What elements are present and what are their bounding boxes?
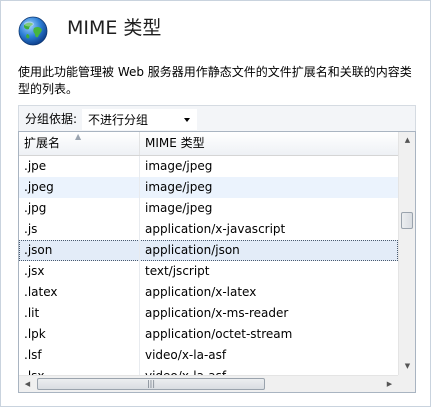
horizontal-scroll-thumb[interactable]: ||| xyxy=(37,378,265,390)
page-description: 使用此功能管理被 Web 服务器用作静态文件的文件扩展名和关联的内容类型的列表。 xyxy=(18,65,412,96)
table-row[interactable]: .lit application/x-ms-reader xyxy=(19,303,398,324)
mime-type-cell: application/x-latex xyxy=(145,285,257,299)
mime-type-cell: image/jpeg xyxy=(145,159,213,173)
mime-type-cell: text/jscript xyxy=(145,264,210,278)
scroll-left-arrow-icon[interactable]: ◀ xyxy=(19,376,36,392)
group-by-label: 分组依据: xyxy=(25,112,78,126)
column-header-mime-type-label: MIME 类型 xyxy=(145,136,205,150)
extension-cell: .jpeg xyxy=(19,177,140,198)
globe-icon xyxy=(18,16,48,46)
extension-cell: .jpg xyxy=(19,198,140,219)
extension-cell: .jsx xyxy=(19,261,140,282)
extension-cell: .js xyxy=(19,219,140,240)
scroll-right-arrow-icon[interactable]: ▶ xyxy=(381,376,398,392)
mime-type-cell: image/jpeg xyxy=(145,180,213,194)
column-header-mime-type[interactable]: MIME 类型 xyxy=(140,132,398,155)
column-header-extension[interactable]: 扩展名 ▲ xyxy=(19,132,140,155)
page-title: MIME 类型 xyxy=(67,17,162,39)
mime-type-cell: application/x-javascript xyxy=(145,222,286,236)
mime-type-cell: application/x-ms-reader xyxy=(145,306,289,320)
extension-cell: .json xyxy=(19,240,140,261)
group-by-dropdown[interactable]: 不进行分组 xyxy=(82,109,197,130)
mime-type-cell: image/jpeg xyxy=(145,201,213,215)
extension-cell: .lit xyxy=(19,303,140,324)
dropdown-arrow-icon xyxy=(184,118,190,122)
extension-cell: .lsf xyxy=(19,345,140,366)
vertical-scrollbar[interactable]: ▲ ▼ xyxy=(398,132,415,375)
table-row[interactable]: .latex application/x-latex xyxy=(19,282,398,303)
table-row[interactable]: .lsf video/x-la-asf xyxy=(19,345,398,366)
extension-cell: .lpk xyxy=(19,324,140,345)
scrollbar-corner xyxy=(398,375,415,392)
table-row[interactable]: .lpk application/octet-stream xyxy=(19,324,398,345)
table-row-selected[interactable]: .json application/json xyxy=(19,240,398,261)
mime-type-cell: application/json xyxy=(145,243,240,257)
list-body: .jpe image/jpeg .jpeg image/jpeg .jpg im… xyxy=(19,156,398,375)
mime-type-cell: application/octet-stream xyxy=(145,327,293,341)
extension-cell: .latex xyxy=(19,282,140,303)
mime-type-cell: video/x-la-asf xyxy=(145,348,227,362)
scroll-up-arrow-icon[interactable]: ▲ xyxy=(399,132,415,149)
vertical-scroll-thumb[interactable] xyxy=(401,212,413,229)
list-header: 扩展名 ▲ MIME 类型 xyxy=(19,132,398,156)
table-row[interactable]: .jpg image/jpeg xyxy=(19,198,398,219)
horizontal-scrollbar[interactable]: ◀ ||| ▶ xyxy=(19,375,398,392)
extension-cell: .lsx xyxy=(19,366,140,375)
table-row[interactable]: .js application/x-javascript xyxy=(19,219,398,240)
mime-types-list: 扩展名 ▲ MIME 类型 .jpe image/jpeg .jpeg imag… xyxy=(18,131,416,393)
table-row[interactable]: .jsx text/jscript xyxy=(19,261,398,282)
column-header-extension-label: 扩展名 xyxy=(24,136,61,150)
table-row[interactable]: .lsx video/x-la-asf xyxy=(19,366,398,375)
table-row[interactable]: .jpe image/jpeg xyxy=(19,156,398,177)
table-row[interactable]: .jpeg image/jpeg xyxy=(19,177,398,198)
mime-types-panel: MIME 类型 使用此功能管理被 Web 服务器用作静态文件的文件扩展名和关联的… xyxy=(0,0,431,407)
extension-cell: .jpe xyxy=(19,156,140,177)
sort-ascending-icon: ▲ xyxy=(75,132,82,141)
group-by-bar: 分组依据: 不进行分组 xyxy=(18,105,416,132)
scroll-down-arrow-icon[interactable]: ▼ xyxy=(399,358,415,375)
mime-type-cell: video/x-la-asf xyxy=(140,366,398,375)
group-by-value: 不进行分组 xyxy=(88,113,149,127)
